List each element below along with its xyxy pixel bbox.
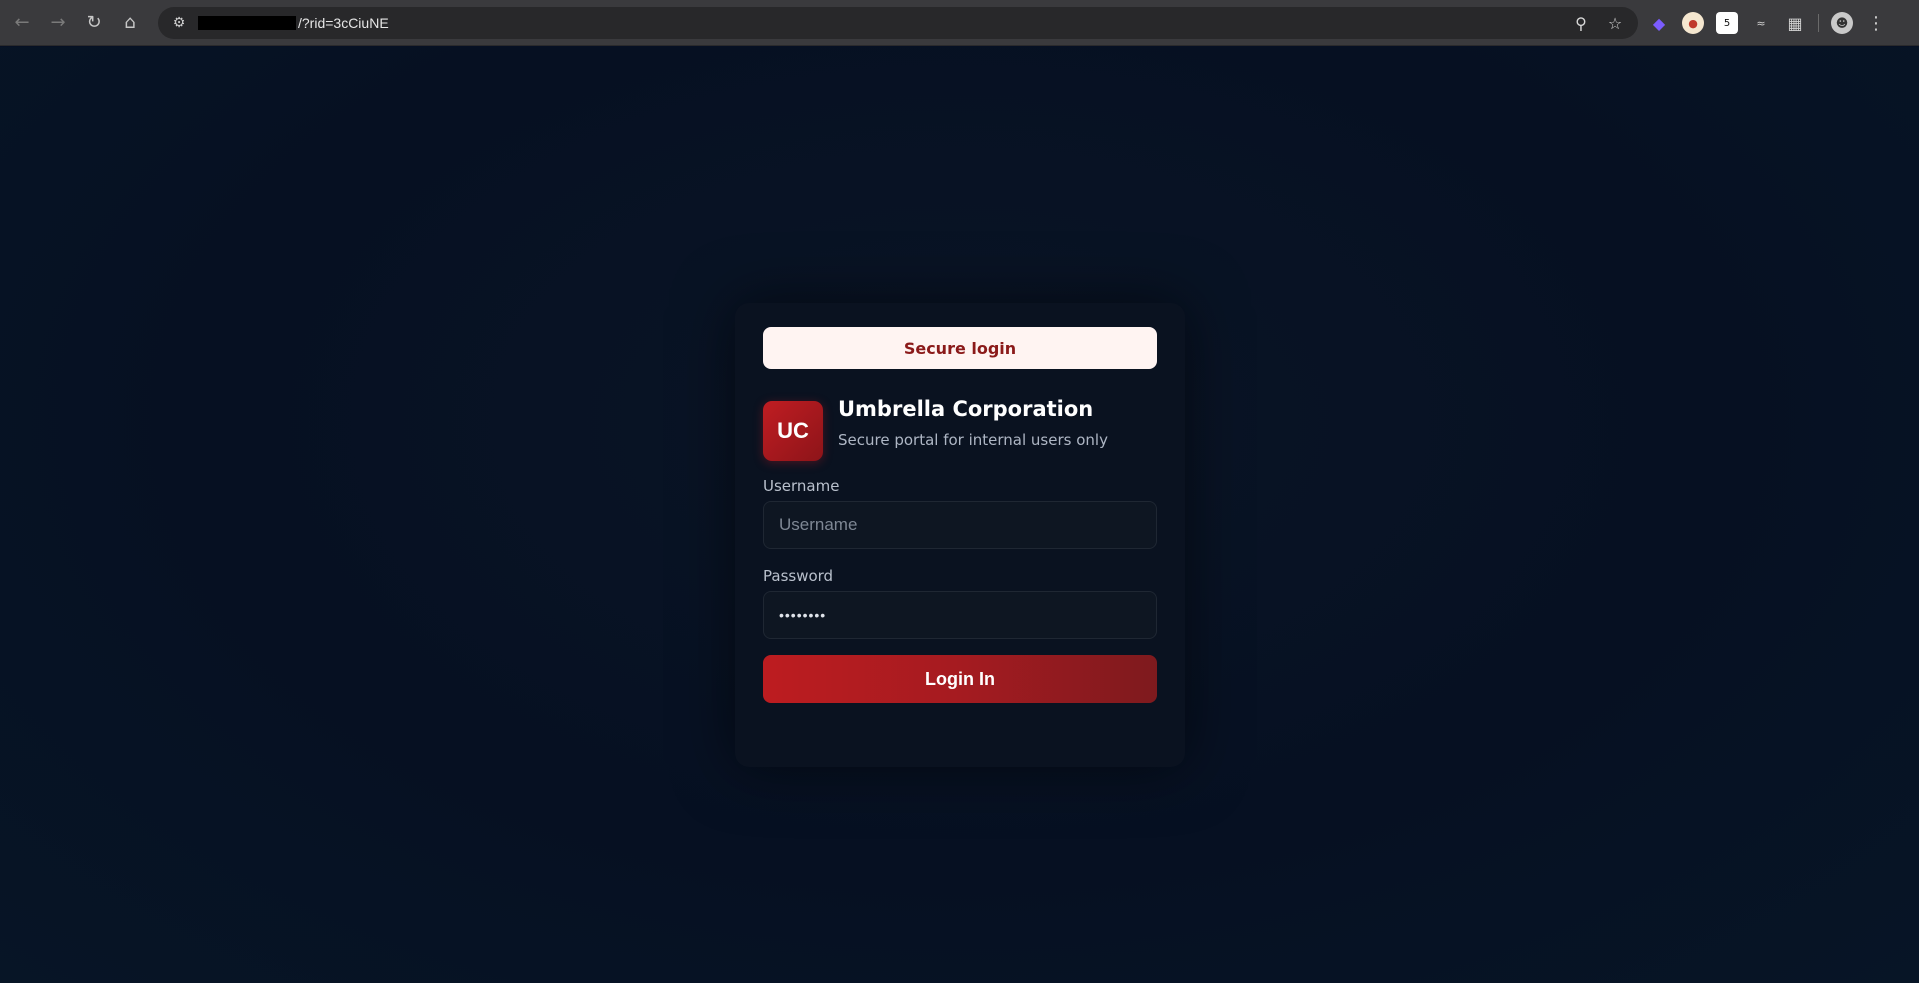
url-text[interactable]: /?rid=3cCiuNE <box>298 15 389 31</box>
extension-qr-icon[interactable]: 5 <box>1716 12 1738 34</box>
omnibox-actions: ⚲ ☆ <box>1570 7 1626 39</box>
extension-popcorn-icon[interactable]: ● <box>1682 12 1704 34</box>
site-settings-icon[interactable]: ⚙ <box>164 8 194 38</box>
extension-badge: 5 <box>1723 17 1731 29</box>
username-input[interactable] <box>763 501 1157 549</box>
extensions-area: ◆ ● 5 ≈ ▦ ☻ ⋮ <box>1648 7 1887 39</box>
back-icon[interactable]: ← <box>4 5 40 41</box>
extension-script-icon[interactable]: ≈ <box>1750 12 1772 34</box>
address-bar[interactable]: ⚙ /?rid=3cCiuNE ⚲ ☆ <box>158 7 1638 39</box>
secure-login-badge: Secure login <box>763 327 1157 369</box>
forward-icon[interactable]: → <box>40 5 76 41</box>
password-input[interactable] <box>763 591 1157 639</box>
company-name: Umbrella Corporation <box>838 397 1094 421</box>
nav-buttons: ← → ↻ ⌂ <box>4 5 148 41</box>
extensions-puzzle-icon[interactable]: ▦ <box>1784 12 1806 34</box>
username-label: Username <box>763 477 840 495</box>
brand-header: UC Umbrella Corporation Secure portal fo… <box>763 397 1108 461</box>
browser-toolbar: ← → ↻ ⌂ ⚙ /?rid=3cCiuNE ⚲ ☆ ◆ ● 5 ≈ ▦ ☻ … <box>0 0 1919 46</box>
bookmark-star-icon[interactable]: ☆ <box>1604 14 1626 33</box>
portal-tagline: Secure portal for internal users only <box>838 431 1108 449</box>
toolbar-divider <box>1818 14 1819 32</box>
extension-layers-icon[interactable]: ◆ <box>1648 12 1670 34</box>
home-icon[interactable]: ⌂ <box>112 5 148 41</box>
kebab-menu-icon[interactable]: ⋮ <box>1865 12 1887 34</box>
profile-avatar-icon[interactable]: ☻ <box>1831 12 1853 34</box>
zoom-icon[interactable]: ⚲ <box>1570 14 1592 33</box>
login-card: Secure login UC Umbrella Corporation Sec… <box>735 303 1185 767</box>
login-button[interactable]: Login In <box>763 655 1157 703</box>
company-logo: UC <box>763 401 823 461</box>
page-background: Secure login UC Umbrella Corporation Sec… <box>0 47 1919 983</box>
password-label: Password <box>763 567 834 585</box>
brand-text: Umbrella Corporation Secure portal for i… <box>838 397 1108 449</box>
redacted-domain <box>198 16 296 30</box>
reload-icon[interactable]: ↻ <box>76 5 112 41</box>
